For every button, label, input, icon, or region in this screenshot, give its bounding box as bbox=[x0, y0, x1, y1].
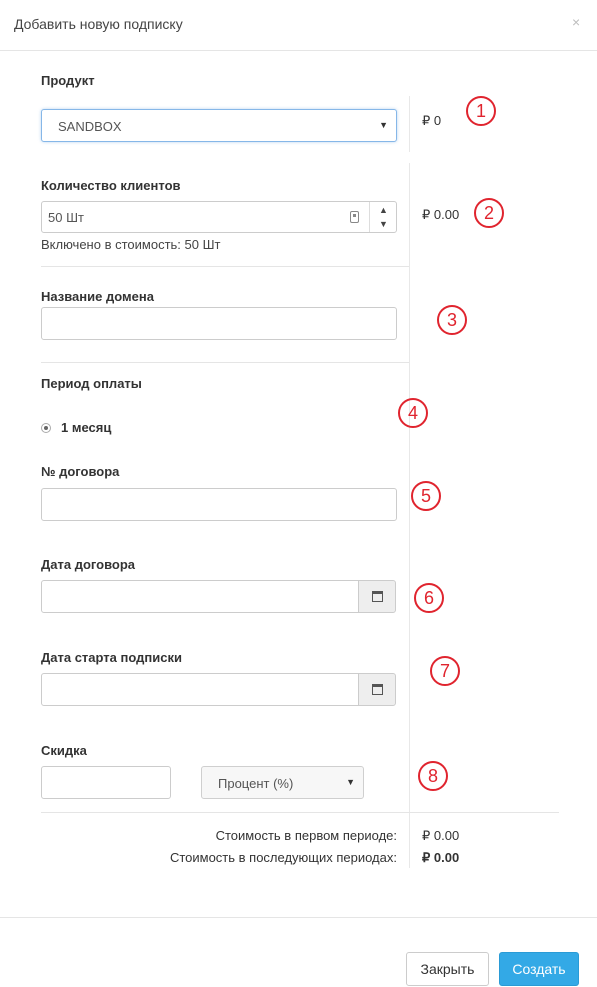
discount-type-value: Процент (%) bbox=[218, 776, 294, 791]
stepper-up-icon[interactable]: ▲ bbox=[379, 205, 388, 215]
summary-divider bbox=[41, 812, 559, 813]
first-period-label: Стоимость в первом периоде: bbox=[215, 828, 397, 843]
stepper-down-icon[interactable]: ▼ bbox=[379, 219, 388, 229]
domain-input[interactable] bbox=[41, 307, 397, 340]
annotation-marker: 5 bbox=[411, 481, 441, 511]
period-radio[interactable] bbox=[41, 423, 51, 433]
clients-quantity-value: 50 Шт bbox=[48, 210, 84, 225]
period-option-label: 1 месяц bbox=[61, 420, 112, 435]
discount-input[interactable] bbox=[41, 766, 171, 799]
product-label: Продукт bbox=[41, 73, 95, 88]
create-button[interactable]: Создать bbox=[499, 952, 579, 986]
annotation-marker: 4 bbox=[398, 398, 428, 428]
product-select-value: SANDBOX bbox=[58, 119, 122, 134]
header-divider bbox=[0, 50, 597, 51]
calendar-icon bbox=[372, 684, 383, 695]
column-divider bbox=[409, 96, 410, 152]
discount-type-select[interactable]: Процент (%) ▼ bbox=[201, 766, 364, 799]
contract-date-picker-button[interactable] bbox=[358, 580, 396, 613]
contract-number-input[interactable] bbox=[41, 488, 397, 521]
calculator-icon bbox=[350, 211, 359, 223]
close-button[interactable]: Закрыть bbox=[406, 952, 489, 986]
annotation-marker: 3 bbox=[437, 305, 467, 335]
clients-price: ₽ 0.00 bbox=[422, 207, 460, 222]
section-divider bbox=[41, 266, 409, 267]
section-divider bbox=[41, 362, 409, 363]
close-icon[interactable]: × bbox=[572, 14, 580, 30]
annotation-marker: 1 bbox=[466, 96, 496, 126]
clients-label: Количество клиентов bbox=[41, 178, 181, 193]
product-select[interactable]: SANDBOX ▼ bbox=[41, 109, 397, 142]
annotation-marker: 7 bbox=[430, 656, 460, 686]
footer-divider bbox=[0, 917, 597, 918]
calendar-icon bbox=[372, 591, 383, 602]
domain-label: Название домена bbox=[41, 289, 154, 304]
annotation-marker: 2 bbox=[474, 198, 504, 228]
caret-down-icon: ▼ bbox=[346, 777, 355, 787]
contract-date-input[interactable] bbox=[41, 580, 359, 613]
caret-down-icon: ▼ bbox=[379, 120, 388, 130]
contract-date-label: Дата договора bbox=[41, 557, 136, 572]
annotation-marker: 6 bbox=[414, 583, 444, 613]
annotation-marker: 8 bbox=[418, 761, 448, 791]
next-periods-label: Стоимость в последующих периодах: bbox=[169, 850, 397, 865]
period-label: Период оплаты bbox=[41, 376, 142, 391]
column-divider bbox=[409, 163, 410, 868]
start-date-input[interactable] bbox=[41, 673, 359, 706]
first-period-value: ₽ 0.00 bbox=[422, 828, 460, 843]
clients-included-text: Включено в стоимость: 50 Шт bbox=[41, 237, 221, 252]
modal-title: Добавить новую подписку bbox=[14, 16, 183, 32]
clients-quantity-stepper[interactable]: 50 Шт ▲ ▼ bbox=[41, 201, 397, 233]
start-date-picker-button[interactable] bbox=[358, 673, 396, 706]
start-date-label: Дата старта подписки bbox=[41, 650, 182, 665]
product-price: ₽ 0 bbox=[422, 113, 442, 128]
contract-number-label: № договора bbox=[41, 464, 120, 479]
next-periods-value: ₽ 0.00 bbox=[422, 850, 460, 865]
discount-label: Скидка bbox=[41, 743, 87, 758]
